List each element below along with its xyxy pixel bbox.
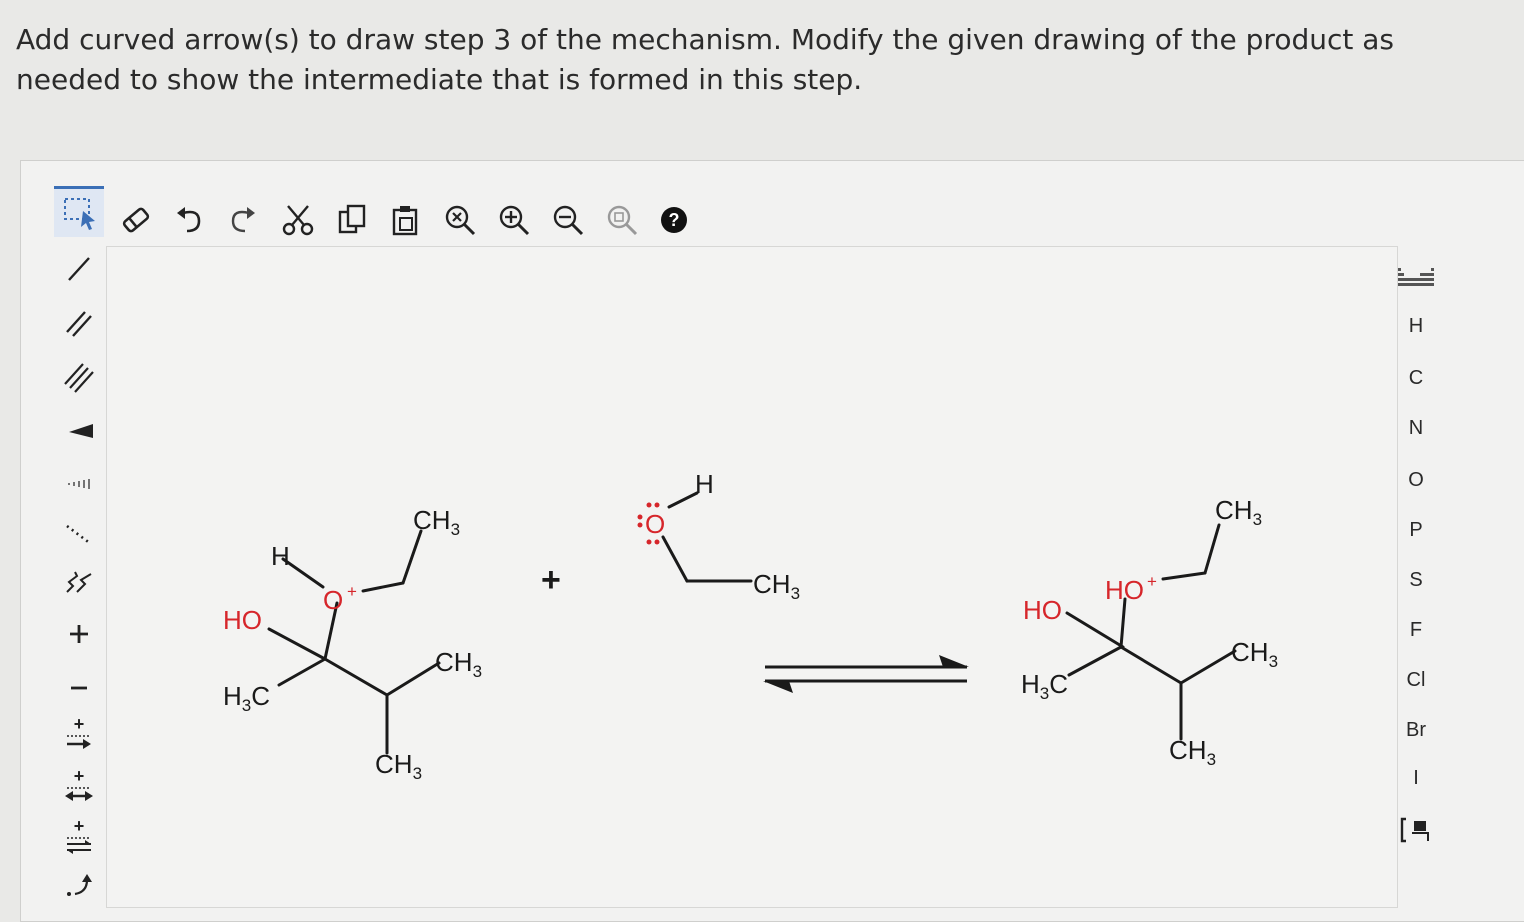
zoom-fit-icon[interactable] bbox=[600, 198, 644, 242]
bond[interactable] bbox=[361, 581, 405, 593]
wavy-bond-icon[interactable] bbox=[54, 558, 104, 606]
periodic-table-icon[interactable] bbox=[1388, 258, 1444, 298]
atom-label-h3c[interactable]: H3C bbox=[1021, 669, 1068, 703]
bond[interactable] bbox=[1119, 597, 1127, 649]
svg-text:+: + bbox=[74, 714, 85, 734]
atom-label-h[interactable]: H bbox=[271, 541, 290, 571]
formal-charge-plus[interactable]: + bbox=[347, 582, 357, 601]
bond[interactable] bbox=[267, 627, 327, 661]
atom-label-ch3[interactable]: CH3 bbox=[1231, 637, 1278, 671]
scissors-icon[interactable] bbox=[276, 198, 320, 242]
minus-icon[interactable] bbox=[54, 662, 104, 710]
dashed-bond-icon[interactable] bbox=[54, 508, 104, 556]
atom-label-oxygen[interactable]: O bbox=[645, 509, 665, 539]
bracket-icon[interactable] bbox=[1388, 810, 1444, 850]
equilibrium-arrow-icon[interactable]: + bbox=[54, 812, 104, 860]
element-br[interactable]: Br bbox=[1388, 710, 1444, 750]
bond[interactable] bbox=[1119, 645, 1183, 685]
atom-label-hydroxyl[interactable]: HO bbox=[1023, 595, 1062, 625]
wedge-bond-icon[interactable] bbox=[54, 404, 104, 452]
bond[interactable] bbox=[1161, 571, 1207, 581]
triple-bond-icon[interactable] bbox=[54, 352, 104, 400]
svg-text:?: ? bbox=[669, 210, 680, 230]
zoom-out-icon[interactable] bbox=[546, 198, 590, 242]
equilibrium-arrow[interactable] bbox=[763, 655, 969, 693]
bond[interactable] bbox=[385, 661, 441, 697]
double-bond-icon[interactable] bbox=[54, 298, 104, 346]
atom-label-oxonium[interactable]: HO bbox=[1105, 575, 1144, 605]
element-i[interactable]: I bbox=[1388, 758, 1444, 798]
svg-text:+: + bbox=[74, 766, 85, 786]
hash-bond-icon[interactable] bbox=[54, 456, 104, 504]
svg-text:+: + bbox=[74, 816, 85, 836]
zoom-reset-icon[interactable] bbox=[438, 198, 482, 242]
atom-label-ch3[interactable]: CH3 bbox=[1169, 735, 1216, 769]
bond[interactable] bbox=[1179, 649, 1237, 685]
element-p[interactable]: P bbox=[1388, 510, 1444, 550]
atom-label-h[interactable]: H bbox=[695, 469, 714, 499]
atom-label-h3c[interactable]: H3C bbox=[223, 681, 270, 715]
question-prompt: Add curved arrow(s) to draw step 3 of th… bbox=[16, 23, 1394, 96]
atom-label-ch3[interactable]: CH3 bbox=[753, 569, 800, 603]
bond[interactable] bbox=[1203, 523, 1221, 575]
undo-icon[interactable] bbox=[168, 198, 212, 242]
curved-arrow-icon[interactable] bbox=[54, 862, 104, 910]
redo-icon[interactable] bbox=[220, 198, 264, 242]
plus-icon[interactable] bbox=[54, 610, 104, 658]
bond[interactable] bbox=[667, 491, 699, 509]
atom-label-ch3[interactable]: CH3 bbox=[375, 749, 422, 783]
atom-label-oxygen[interactable]: O bbox=[323, 585, 343, 615]
atom-label-ch3[interactable]: CH3 bbox=[1215, 495, 1262, 529]
resonance-arrow-icon[interactable]: + bbox=[54, 762, 104, 810]
bond[interactable] bbox=[401, 529, 423, 585]
bond[interactable] bbox=[1065, 611, 1125, 649]
bond[interactable] bbox=[661, 535, 689, 583]
element-cl[interactable]: Cl bbox=[1388, 660, 1444, 700]
atom-label-ch3[interactable]: CH3 bbox=[435, 647, 482, 681]
plus-sign: + bbox=[541, 561, 561, 599]
element-panel: H C N O P S F Cl Br I bbox=[1388, 258, 1452, 858]
bond[interactable] bbox=[277, 657, 327, 687]
reaction-arrow-icon[interactable]: + bbox=[54, 710, 104, 758]
single-bond-icon[interactable] bbox=[54, 244, 104, 292]
element-h[interactable]: H bbox=[1388, 306, 1444, 346]
formal-charge-plus[interactable]: + bbox=[1147, 572, 1157, 591]
help-icon[interactable]: ? bbox=[652, 198, 696, 242]
bond[interactable] bbox=[323, 657, 389, 697]
element-c[interactable]: C bbox=[1388, 358, 1444, 398]
element-o[interactable]: O bbox=[1388, 460, 1444, 500]
eraser-icon[interactable] bbox=[114, 198, 158, 242]
element-s[interactable]: S bbox=[1388, 560, 1444, 600]
lasso-select-icon[interactable] bbox=[54, 186, 104, 237]
atom-label-hydroxyl[interactable]: HO bbox=[223, 605, 262, 635]
zoom-in-icon[interactable] bbox=[492, 198, 536, 242]
mechanism-drawing: H O + CH3 HO H3C CH3 CH3 + O H CH3 HO HO… bbox=[223, 469, 1278, 783]
paste-icon[interactable] bbox=[384, 198, 428, 242]
copy-icon[interactable] bbox=[330, 198, 374, 242]
atom-label-ch3[interactable]: CH3 bbox=[413, 505, 460, 539]
element-f[interactable]: F bbox=[1388, 610, 1444, 650]
drawing-canvas[interactable]: H O + CH3 HO H3C CH3 CH3 + O H CH3 HO HO… bbox=[106, 246, 1398, 908]
bond[interactable] bbox=[1067, 645, 1123, 677]
element-n[interactable]: N bbox=[1388, 408, 1444, 448]
